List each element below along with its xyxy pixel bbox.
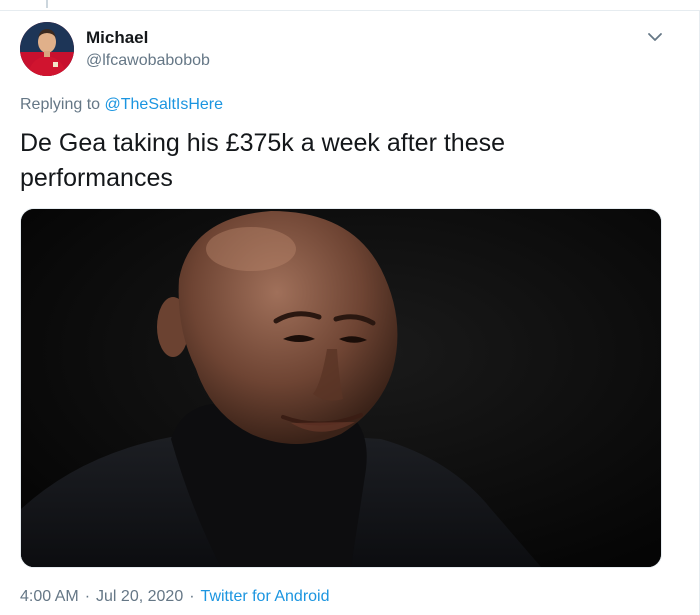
tweet-metadata: 4:00 AM · Jul 20, 2020 · Twitter for Android bbox=[20, 588, 330, 606]
tweet-source-link[interactable]: Twitter for Android bbox=[201, 588, 330, 605]
tweet-photo[interactable] bbox=[20, 208, 662, 568]
tweet-date[interactable]: Jul 20, 2020 bbox=[96, 588, 183, 605]
tweet-text: De Gea taking his £375k a week after the… bbox=[20, 129, 506, 192]
avatar-image bbox=[20, 22, 74, 76]
avatar[interactable] bbox=[20, 22, 74, 76]
thread-connector-line bbox=[46, 0, 48, 8]
tweet-top-border bbox=[0, 10, 700, 11]
meta-separator: · bbox=[84, 588, 91, 605]
replying-to-line: Replying to @TheSaltIsHere bbox=[20, 96, 223, 114]
meta-separator: · bbox=[189, 588, 195, 605]
photo-content bbox=[21, 209, 661, 567]
replying-to-prefix: Replying to bbox=[20, 96, 101, 113]
chevron-down-icon[interactable] bbox=[644, 26, 666, 48]
reply-mention-link[interactable]: @TheSaltIsHere bbox=[105, 96, 224, 113]
tweet-time[interactable]: 4:00 AM bbox=[20, 588, 79, 605]
author-display-name[interactable]: Michael bbox=[86, 28, 148, 48]
author-handle[interactable]: @lfcawobabobob bbox=[86, 52, 210, 70]
